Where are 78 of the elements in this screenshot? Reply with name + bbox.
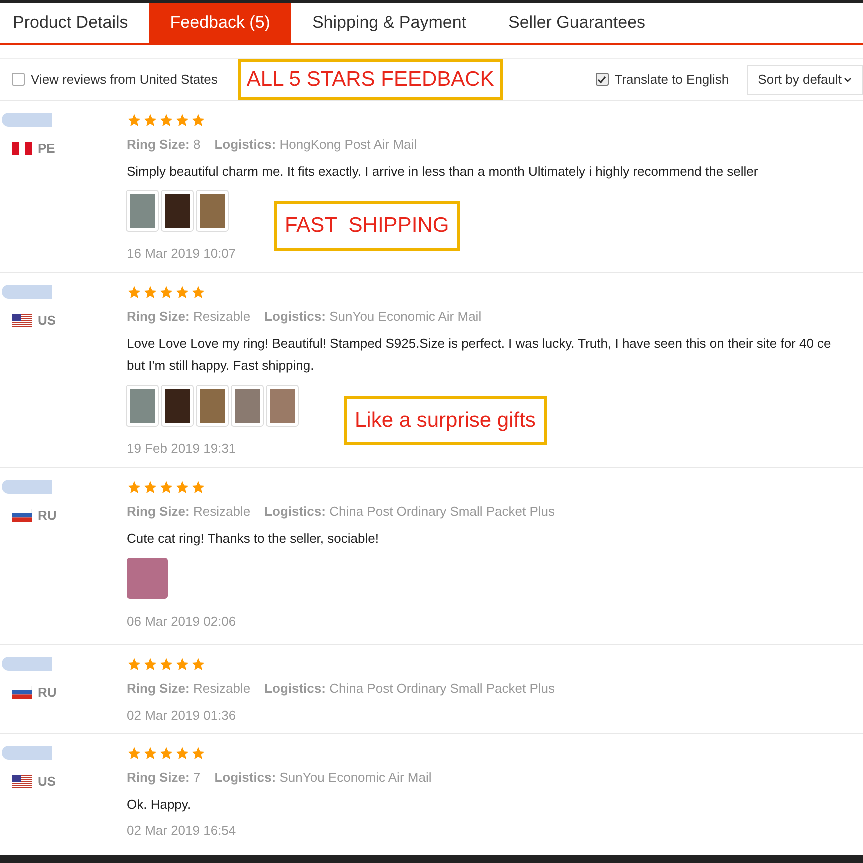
review-meta: Ring Size: Resizable Logistics: SunYou Economic Air Mail [127, 308, 483, 326]
review-text: Ok. Happy. [127, 796, 192, 814]
star-icon [191, 657, 206, 672]
review-meta: Ring Size: Resizable Logistics: China Post Ordinary Small Packet Plus [127, 503, 556, 521]
tab[interactable]: Feedback (5) [149, 3, 292, 43]
tab[interactable]: Product Details [0, 3, 150, 43]
checkbox-label: View reviews from United States [31, 70, 218, 89]
star-icon [159, 480, 174, 495]
review-text: Cute cat ring! Thanks to the seller, sociable! [127, 530, 380, 548]
flag-icon [12, 775, 32, 788]
review-date: 02 Mar 2019 01:36 [127, 706, 238, 724]
photo-thumbnail[interactable] [267, 386, 298, 426]
blurred-username [2, 113, 52, 127]
tab[interactable]: Shipping & Payment [291, 3, 488, 43]
star-icon [159, 746, 174, 761]
photo-thumbnail[interactable] [127, 191, 158, 231]
star-icon [143, 480, 158, 495]
star-icon [127, 746, 142, 761]
sort-dropdown[interactable]: Sort by default [747, 64, 863, 94]
flag-icon [12, 509, 32, 522]
photo-thumbnail[interactable] [127, 386, 158, 426]
chevron-down-icon [844, 76, 852, 84]
photo-thumbnail[interactable] [232, 386, 263, 426]
blurred-username [2, 746, 52, 760]
review-meta: Ring Size: 7 Logistics: SunYou Economic Air Mail [127, 769, 432, 787]
blurred-username [2, 285, 52, 299]
star-icon [175, 657, 190, 672]
country-code: PE [38, 140, 56, 158]
star-icon [175, 480, 190, 495]
tab[interactable]: Seller Guarantees [488, 3, 667, 43]
review-text: Simply beautiful charm me. It fits exactly. I arrive in less than a month Ultimately i highly recommend the seller [127, 162, 758, 181]
country-code: RU [38, 684, 57, 702]
photo-thumbnail[interactable] [197, 191, 228, 231]
photo-thumbnail[interactable] [127, 558, 168, 599]
check-icon [597, 74, 608, 84]
star-icon [191, 480, 206, 495]
review-meta: Ring Size: 8 Logistics: HongKong Post Air Mail [127, 136, 418, 154]
annotation-callout: FAST SHIPPING [274, 201, 460, 250]
star-icon [191, 285, 206, 300]
star-icon [159, 113, 174, 128]
star-icon [175, 113, 190, 128]
star-icon [191, 746, 206, 761]
review-date: 19 Feb 2019 19:31 [127, 440, 238, 458]
star-icon [143, 657, 158, 672]
star-icon [127, 657, 142, 672]
country-code: US [38, 773, 56, 791]
star-icon [127, 285, 142, 300]
star-icon [143, 285, 158, 300]
annotation-callout: Like a surprise gifts [344, 396, 547, 445]
flag-icon [12, 314, 32, 328]
flag-icon [12, 686, 32, 700]
star-icon [175, 746, 190, 761]
checkbox-label: Translate to English [614, 70, 730, 89]
blurred-username [2, 657, 52, 671]
blurred-username [2, 480, 52, 494]
annotation-banner: ALL 5 STARS FEEDBACK [238, 58, 504, 100]
review-meta: Ring Size: Resizable Logistics: China Post Ordinary Small Packet Plus [127, 680, 556, 698]
photo-thumbnail[interactable] [162, 191, 193, 231]
star-icon [191, 113, 206, 128]
star-icon [143, 746, 158, 761]
review-date: 02 Mar 2019 16:54 [127, 822, 238, 840]
checkbox[interactable] [12, 73, 25, 86]
review-text: Love Love Love my ring! Beautiful! Stamped S925.Size is perfect. I was lucky. Truth, I have seen this on their site for 40 ce [127, 334, 832, 353]
star-icon [175, 285, 190, 300]
review-text: but I'm still happy. Fast shipping. [127, 357, 316, 375]
star-icon [143, 113, 158, 128]
flag-icon [12, 142, 32, 156]
star-icon [127, 480, 142, 495]
review-date: 06 Mar 2019 02:06 [127, 613, 238, 631]
photo-thumbnail[interactable] [162, 386, 193, 426]
review-date: 16 Mar 2019 10:07 [127, 245, 238, 263]
country-code: US [38, 312, 56, 330]
photo-thumbnail[interactable] [197, 386, 228, 426]
checkbox[interactable] [596, 73, 609, 86]
star-icon [159, 657, 174, 672]
star-icon [159, 285, 174, 300]
star-icon [127, 113, 142, 128]
country-code: RU [38, 507, 57, 525]
